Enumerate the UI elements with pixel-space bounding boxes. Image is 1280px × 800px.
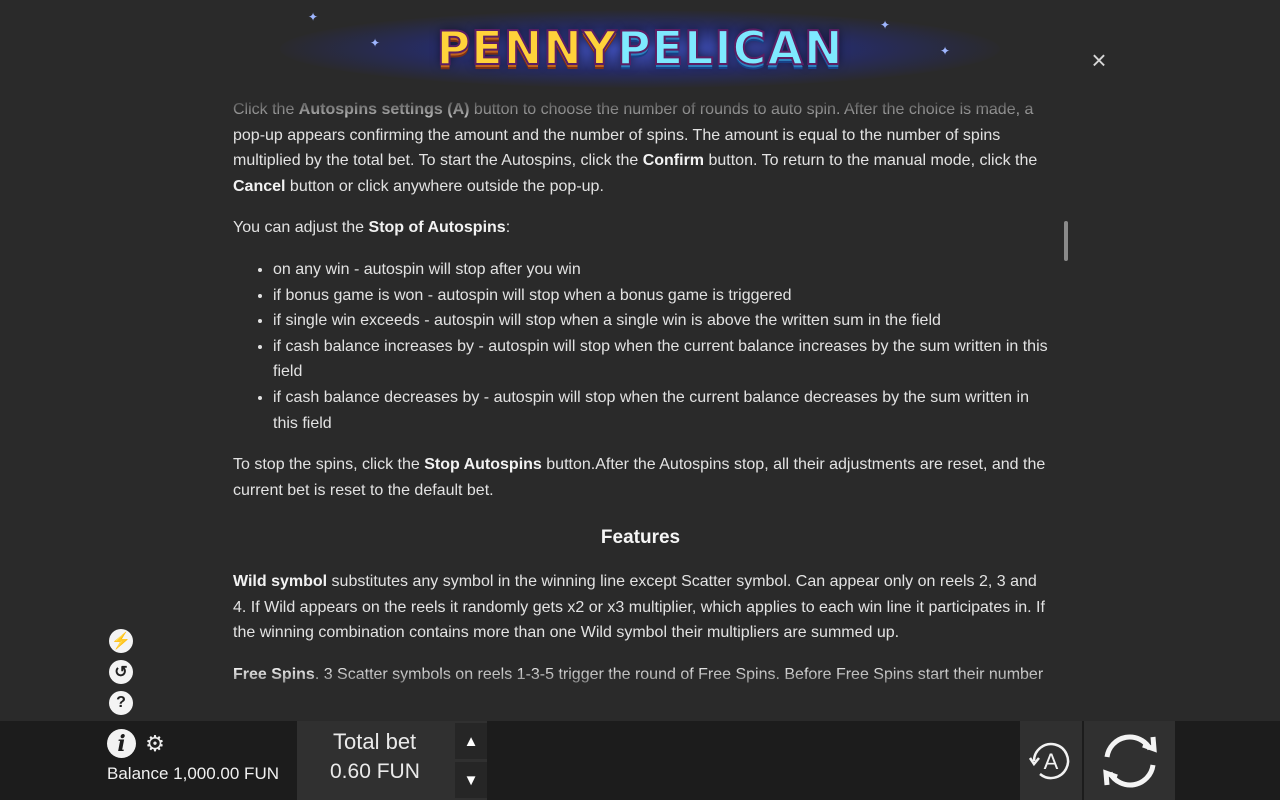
help-glyph: ? xyxy=(116,694,126,711)
logo-title: PENNYPELICAN xyxy=(436,20,844,76)
text: button. To return to the manual mode, cl… xyxy=(704,152,1038,170)
star-decoration: ✦ xyxy=(940,44,951,58)
star-decoration: ✦ xyxy=(370,36,381,50)
autospin-settings-paragraph: Click the Autospins settings (A) button … xyxy=(233,97,1048,199)
bold-text: Confirm xyxy=(642,152,705,170)
arrow-up-icon: ▲ xyxy=(463,732,479,750)
bold-text: Cancel xyxy=(233,177,286,195)
bold-text: Autospins settings (A) xyxy=(298,101,470,118)
autospin-icon: A xyxy=(1028,742,1070,779)
turbo-speed-icon[interactable]: ⚡ xyxy=(109,629,133,653)
autospin-button[interactable]: A xyxy=(1020,721,1082,800)
scrollbar-thumb[interactable] xyxy=(1064,221,1068,261)
history-glyph: ↺ xyxy=(114,664,128,681)
bet-increase-button[interactable]: ▲ xyxy=(455,723,487,759)
text: Click the xyxy=(233,101,299,118)
help-icon[interactable]: ? xyxy=(109,691,133,715)
rules-content: Click the Autospins settings (A) button … xyxy=(233,97,1048,697)
features-heading: Features xyxy=(600,527,681,549)
gear-icon[interactable]: ⚙ xyxy=(144,733,166,755)
free-spins-paragraph: Free Spins. 3 Scatter symbols on reels 1… xyxy=(233,662,1048,688)
text: . 3 Scatter symbols on reels 1-3-5 trigg… xyxy=(314,665,1044,683)
bold-text: Stop of Autospins xyxy=(368,219,506,237)
logo-word-pelican: PELICAN xyxy=(616,20,844,76)
stop-spins-paragraph: To stop the spins, click the Stop Autosp… xyxy=(233,452,1048,503)
bold-text: Wild symbol xyxy=(233,572,328,590)
total-bet-label: Total bet xyxy=(333,729,417,754)
text: To stop the spins, click the xyxy=(233,456,425,474)
close-icon[interactable]: × xyxy=(1086,46,1112,74)
game-logo: ✦ ✦ ✦ ✦ PENNYPELICAN xyxy=(240,0,1040,96)
bold-text: Stop Autospins xyxy=(424,456,542,474)
list-item: on any win - autospin will stop after yo… xyxy=(273,257,1048,283)
stop-autospins-paragraph: You can adjust the Stop of Autospins: xyxy=(233,215,1048,241)
wild-symbol-paragraph: Wild symbol substitutes any symbol in th… xyxy=(233,569,1048,646)
text: substitutes any symbol in the winning li… xyxy=(233,572,1045,642)
autospin-letter: A xyxy=(1044,749,1059,774)
text: button or click anywhere outside the pop… xyxy=(285,177,604,195)
arrow-down-icon: ▼ xyxy=(463,771,479,789)
list-item: if cash balance decreases by - autospin … xyxy=(273,385,1048,436)
spin-button[interactable] xyxy=(1084,721,1175,800)
text: You can adjust the xyxy=(233,219,369,237)
total-bet-value: 0.60 FUN xyxy=(330,760,420,783)
info-icon[interactable]: i xyxy=(107,729,136,758)
spin-icon xyxy=(1102,734,1157,787)
star-decoration: ✦ xyxy=(880,18,891,32)
balance-text: Balance 1,000.00 FUN xyxy=(107,764,279,783)
text: : xyxy=(505,219,511,237)
speed-glyph: ⚡ xyxy=(111,633,131,650)
history-icon[interactable]: ↺ xyxy=(109,660,133,684)
list-item: if bonus game is won - autospin will sto… xyxy=(273,283,1048,309)
bold-text: Free Spins xyxy=(233,665,315,683)
star-decoration: ✦ xyxy=(308,10,319,24)
logo-word-penny: PENNY xyxy=(436,20,618,76)
list-item: if cash balance increases by - autospin … xyxy=(273,334,1048,385)
list-item: if single win exceeds - autospin will st… xyxy=(273,308,1048,334)
stop-conditions-list: on any win - autospin will stop after yo… xyxy=(233,257,1048,436)
bet-decrease-button[interactable]: ▼ xyxy=(455,762,487,798)
